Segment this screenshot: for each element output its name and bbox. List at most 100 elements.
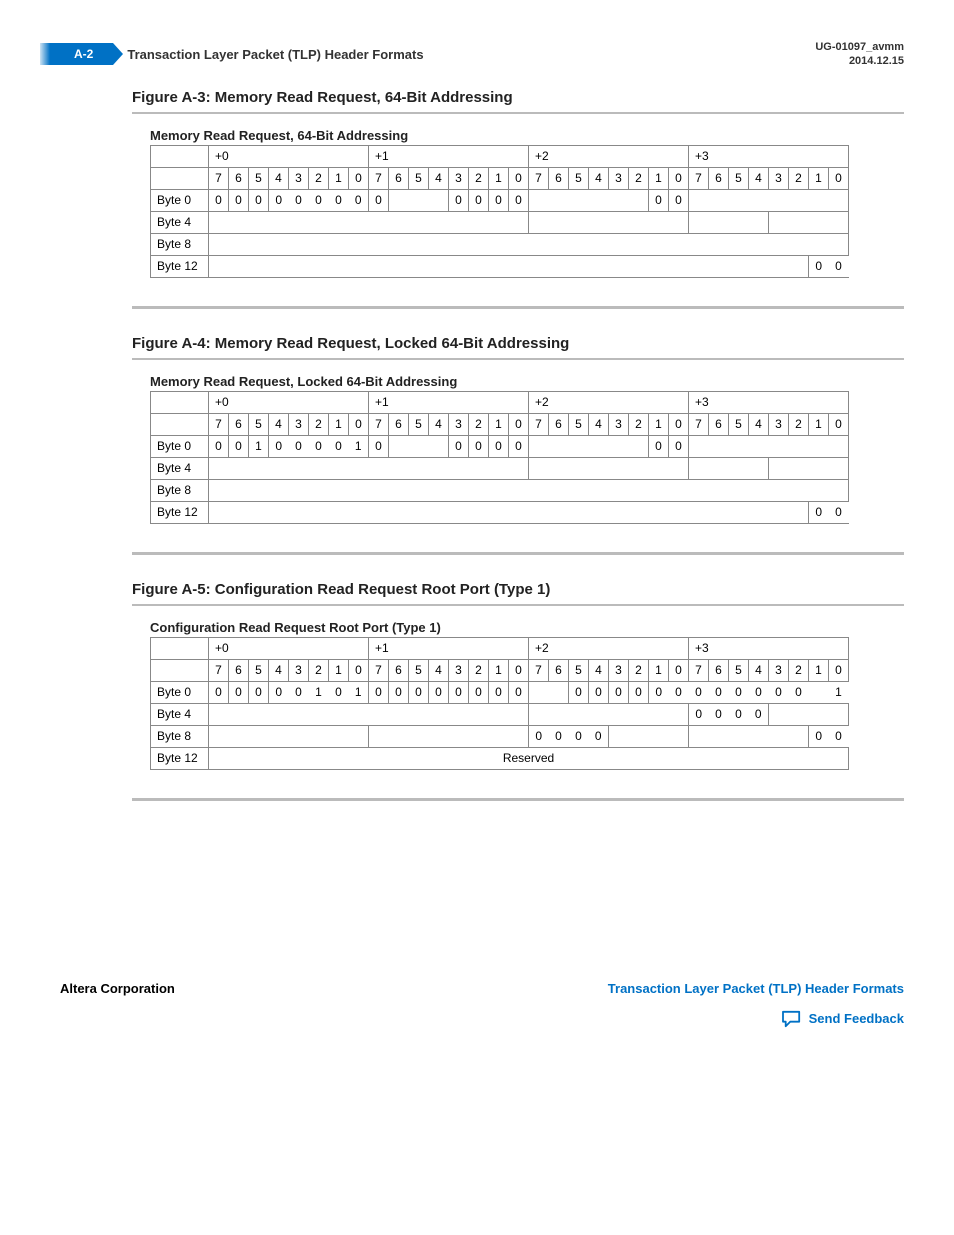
bit-label: 1 [809,413,829,435]
page-footer: Altera Corporation Transaction Layer Pac… [50,981,904,1028]
bit-label: 4 [269,167,289,189]
row-label: Byte 8 [151,479,209,501]
bit-label: 1 [649,659,669,681]
bit-cell: 0 [269,189,289,211]
bit-label: 2 [629,167,649,189]
bit-cell: 0 [729,703,749,725]
byte-offset: +1 [369,145,529,167]
bit-label: 3 [449,413,469,435]
blank-cell [151,145,209,167]
bit-label: 5 [409,167,429,189]
bit-label: 6 [229,659,249,681]
bit-label: 7 [369,413,389,435]
bit-cell: 0 [429,681,449,703]
bit-label: 2 [469,167,489,189]
blank-cell [151,637,209,659]
byte-offset: +2 [529,145,689,167]
bit-label: 4 [429,659,449,681]
bit-cell: 1 [349,435,369,457]
bit-label: 4 [589,659,609,681]
bit-cell: 0 [509,435,529,457]
bit-cell: 0 [709,681,729,703]
bit-label: 5 [569,413,589,435]
bit-cell [209,457,529,479]
bit-cell [209,479,849,501]
bit-cell: 0 [369,681,389,703]
bit-cell [389,435,449,457]
bit-cell: 0 [249,189,269,211]
row-label: Byte 4 [151,211,209,233]
bit-label: 4 [589,413,609,435]
bit-cell [389,189,449,211]
bit-label: 3 [609,167,629,189]
bit-cell: 0 [769,681,789,703]
bit-label: 3 [769,413,789,435]
figure-rule [132,112,904,114]
bit-label: 0 [509,413,529,435]
row-label: Byte 12 [151,747,209,769]
bit-label: 2 [309,659,329,681]
bit-label: 0 [509,167,529,189]
row-label: Byte 12 [151,501,209,523]
bit-label: 4 [749,659,769,681]
feedback-icon[interactable] [781,1010,803,1028]
bit-cell: 0 [309,189,329,211]
bit-label: 7 [689,413,709,435]
bit-cell: 0 [529,725,549,747]
blank-cell [151,413,209,435]
byte-offset: +1 [369,637,529,659]
send-feedback-link[interactable]: Send Feedback [809,1011,904,1026]
bit-label: 6 [709,413,729,435]
header-title: Transaction Layer Packet (TLP) Header Fo… [127,47,423,62]
figure-rule [132,604,904,606]
bit-label: 0 [829,167,849,189]
tlp-header-table: +0+1+2+376543210765432107654321076543210… [150,391,849,524]
bit-cell: Reserved [209,747,849,769]
bit-cell: 0 [329,681,349,703]
bit-cell: 0 [249,681,269,703]
bit-label: 1 [809,167,829,189]
bit-label: 3 [769,659,789,681]
byte-offset: +3 [689,145,849,167]
bit-label: 5 [729,659,749,681]
bit-cell: 0 [569,681,589,703]
bit-cell: 0 [729,681,749,703]
footer-link[interactable]: Transaction Layer Packet (TLP) Header Fo… [608,981,904,996]
bit-cell: 0 [289,189,309,211]
bit-label: 3 [449,167,469,189]
bit-label: 6 [709,167,729,189]
bit-cell: 0 [449,189,469,211]
bit-cell: 0 [789,681,809,703]
bit-cell: 0 [329,189,349,211]
byte-offset: +3 [689,391,849,413]
doc-date: 2014.12.15 [815,54,904,68]
byte-offset: +2 [529,637,689,659]
bit-cell [769,211,849,233]
row-label: Byte 8 [151,233,209,255]
bit-label: 6 [549,659,569,681]
bit-label: 3 [289,167,309,189]
bit-label: 7 [529,659,549,681]
bit-cell: 0 [389,681,409,703]
bit-label: 0 [829,659,849,681]
byte-offset: +0 [209,145,369,167]
blank-cell [151,167,209,189]
byte-offset: +0 [209,637,369,659]
bit-cell: 0 [289,435,309,457]
bit-label: 7 [529,413,549,435]
bit-label: 5 [409,659,429,681]
bit-label: 2 [309,413,329,435]
bit-cell: 0 [809,501,829,523]
bit-label: 1 [809,659,829,681]
bit-cell: 0 [229,435,249,457]
byte-offset: +0 [209,391,369,413]
bit-label: 2 [629,413,649,435]
figure-heading: Figure A-3: Memory Read Request, 64-Bit … [132,89,904,106]
bit-label: 1 [329,659,349,681]
bit-cell: 0 [749,681,769,703]
bit-cell: 0 [629,681,649,703]
bit-label: 2 [469,659,489,681]
bit-cell [689,435,849,457]
row-label: Byte 4 [151,703,209,725]
bit-cell: 0 [669,681,689,703]
